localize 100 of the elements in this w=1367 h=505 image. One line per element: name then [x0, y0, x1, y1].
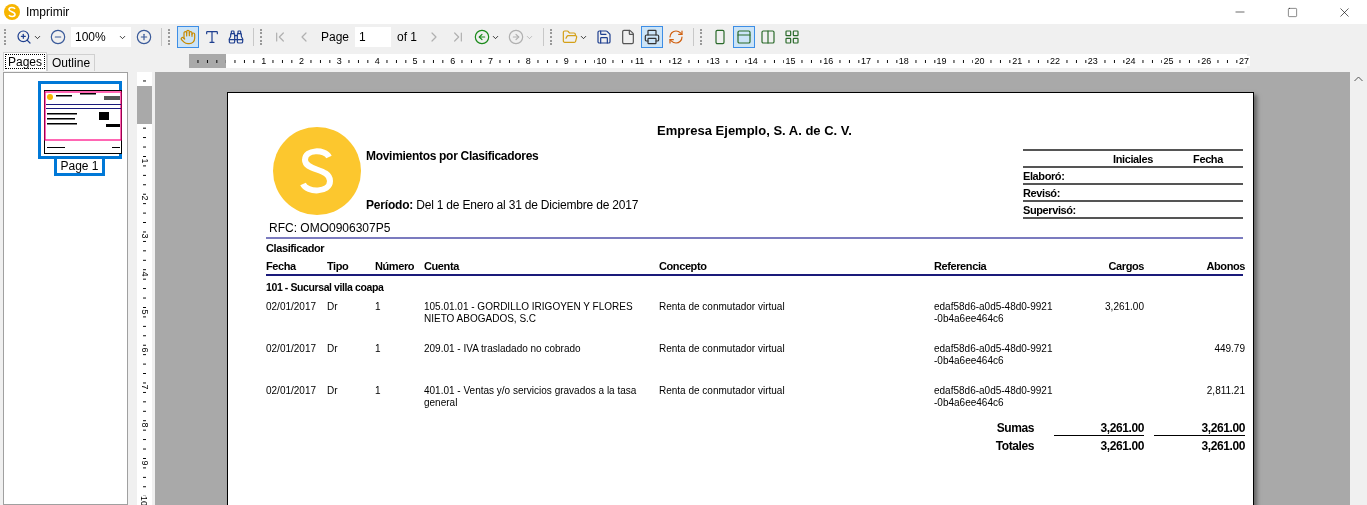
ruler-number: 2	[298, 56, 306, 66]
signature-label: Elaboró:	[1023, 169, 1066, 182]
column-heading: Referencia	[934, 260, 988, 272]
ruler-number: 4	[373, 56, 381, 66]
ruler-number: 14	[746, 56, 759, 66]
ruler-number: 22	[1049, 56, 1061, 66]
column-heading: Fecha	[266, 260, 298, 272]
page-icon	[620, 29, 637, 45]
report-title: Movimientos por Clasificadores	[366, 149, 540, 163]
table-cell-text: 02/01/2017	[266, 301, 318, 314]
ruler-number: 15	[784, 56, 797, 66]
ruler-number: 12	[671, 56, 684, 66]
table-cell-text: edaf58d6-a0d5-48d0-9921-0b4a6ee464c6	[934, 301, 1054, 326]
table-cell-text: Dr	[327, 301, 339, 314]
table-cell-text: 02/01/2017	[266, 385, 318, 398]
table-cell-text: 1	[375, 301, 382, 314]
column-heading: Cargos	[1107, 260, 1144, 272]
right-arrow-circle-icon	[508, 29, 525, 45]
ruler-margin	[188, 54, 227, 68]
ruler-number: 20	[973, 56, 986, 66]
page-label: Page	[320, 30, 351, 44]
column-heading: Concepto	[659, 260, 708, 272]
ruler-number: 10	[595, 56, 608, 66]
left-arrow-circle-icon	[474, 29, 491, 45]
ruler-number: 1	[260, 56, 268, 66]
table-cell-text: Dr	[327, 385, 339, 398]
company-name: Empresa Ejemplo, S. A. de C. V.	[657, 123, 852, 139]
ruler-number: 3	[335, 56, 343, 66]
page-thumbnail[interactable]	[37, 81, 122, 159]
table-cell-text: Renta de conmutador virtual	[659, 385, 786, 398]
table-cell-text: 105.01.01 - GORDILLO IRIGOYEN Y FLORES NIETO ABOGADOS, S.C	[424, 301, 634, 326]
table-cell-text: Renta de conmutador virtual	[659, 343, 786, 356]
printer-icon	[644, 29, 661, 45]
grid-icon	[784, 29, 801, 45]
magnifier-plus-icon	[16, 29, 32, 45]
print-button[interactable]	[641, 26, 664, 48]
ruler-number: 5	[411, 56, 419, 66]
ruler-number: 21	[1011, 56, 1024, 66]
table-cell-text: 2,811.21	[1205, 385, 1245, 398]
panel-tab[interactable]: Outline	[47, 54, 96, 71]
binoculars-icon	[228, 29, 244, 45]
total-label: Totales	[994, 439, 1035, 453]
panel-tab[interactable]: Pages	[3, 52, 48, 71]
column-heading: Cuenta	[424, 260, 461, 272]
ruler-number: 4	[139, 271, 150, 277]
total-value: 3,261.00	[1154, 420, 1245, 436]
thumbnail-label: Page 1	[54, 159, 105, 176]
hand-icon	[180, 29, 196, 45]
ruler-number: 1	[139, 158, 150, 164]
minus-circle-icon	[50, 29, 66, 45]
column-heading: Tipo	[327, 260, 350, 272]
table-cell-text: Dr	[327, 343, 339, 356]
page-number-field[interactable]: 1	[355, 27, 392, 47]
rfc-text: RFC: OMO0906307P5	[269, 221, 391, 235]
table-cell-text: Renta de conmutador virtual	[659, 301, 786, 314]
column-heading: Número	[375, 260, 416, 272]
scroll-up-icon[interactable]	[1354, 76, 1363, 82]
ruler-number: 7	[487, 56, 495, 66]
total-value: 3,261.00	[1054, 420, 1144, 436]
table-cell-text: 401.01 - Ventas y/o servicios gravados a la tasa general	[424, 385, 638, 410]
continuous-view-button[interactable]	[733, 26, 756, 48]
ruler-number: 2	[139, 195, 150, 201]
ruler-number: 6	[449, 56, 457, 66]
table-cell-text: edaf58d6-a0d5-48d0-9921-0b4a6ee464c6	[934, 385, 1054, 410]
app-logo-icon	[4, 4, 20, 20]
text-cursor-icon	[204, 29, 220, 45]
zoom-field[interactable]: 100%	[71, 27, 131, 47]
column-heading: Iniciales	[1112, 152, 1154, 165]
ruler-number: 19	[935, 56, 948, 66]
ruler-number: 27	[1238, 56, 1250, 66]
table-cell-text: 1	[375, 343, 382, 356]
total-value: 3,261.00	[1099, 439, 1144, 453]
table-cell-text: 449.79	[1213, 343, 1245, 356]
total-value: 3,261.00	[1200, 439, 1245, 453]
ruler-number: 8	[524, 56, 532, 66]
company-logo-icon	[273, 127, 361, 215]
ruler-number: 8	[139, 422, 150, 428]
ruler-number: 11	[633, 56, 646, 66]
ruler-number: 6	[139, 347, 150, 353]
group-heading: 101 - Sucursal villa coapa	[266, 281, 385, 293]
ruler-number: 25	[1162, 56, 1175, 66]
ruler-number: 3	[139, 233, 150, 239]
ruler-number: 16	[822, 56, 835, 66]
ruler-number: 5	[139, 309, 150, 315]
total-label: Sumas	[995, 421, 1035, 435]
period-text: Período: Del 1 de Enero al 31 de Diciembre de 2017	[366, 198, 640, 212]
page-count-label: of 1	[396, 30, 419, 44]
table-cell-text: 02/01/2017	[266, 343, 318, 356]
plus-circle-icon	[136, 29, 152, 45]
ruler-number: 9	[562, 56, 570, 66]
folder-icon	[562, 29, 579, 45]
two-columns-icon	[760, 29, 777, 45]
table-cell-text: 3,261.00	[1104, 301, 1144, 314]
ruler-number: 23	[1086, 56, 1099, 66]
ruler-number: 9	[139, 460, 150, 466]
table-cell-text: edaf58d6-a0d5-48d0-9921-0b4a6ee464c6	[934, 343, 1054, 368]
signature-label: Revisó:	[1023, 186, 1061, 199]
ruler-margin	[137, 86, 152, 124]
signature-label: Supervisó:	[1023, 203, 1077, 216]
ruler-number: 26	[1200, 56, 1213, 66]
